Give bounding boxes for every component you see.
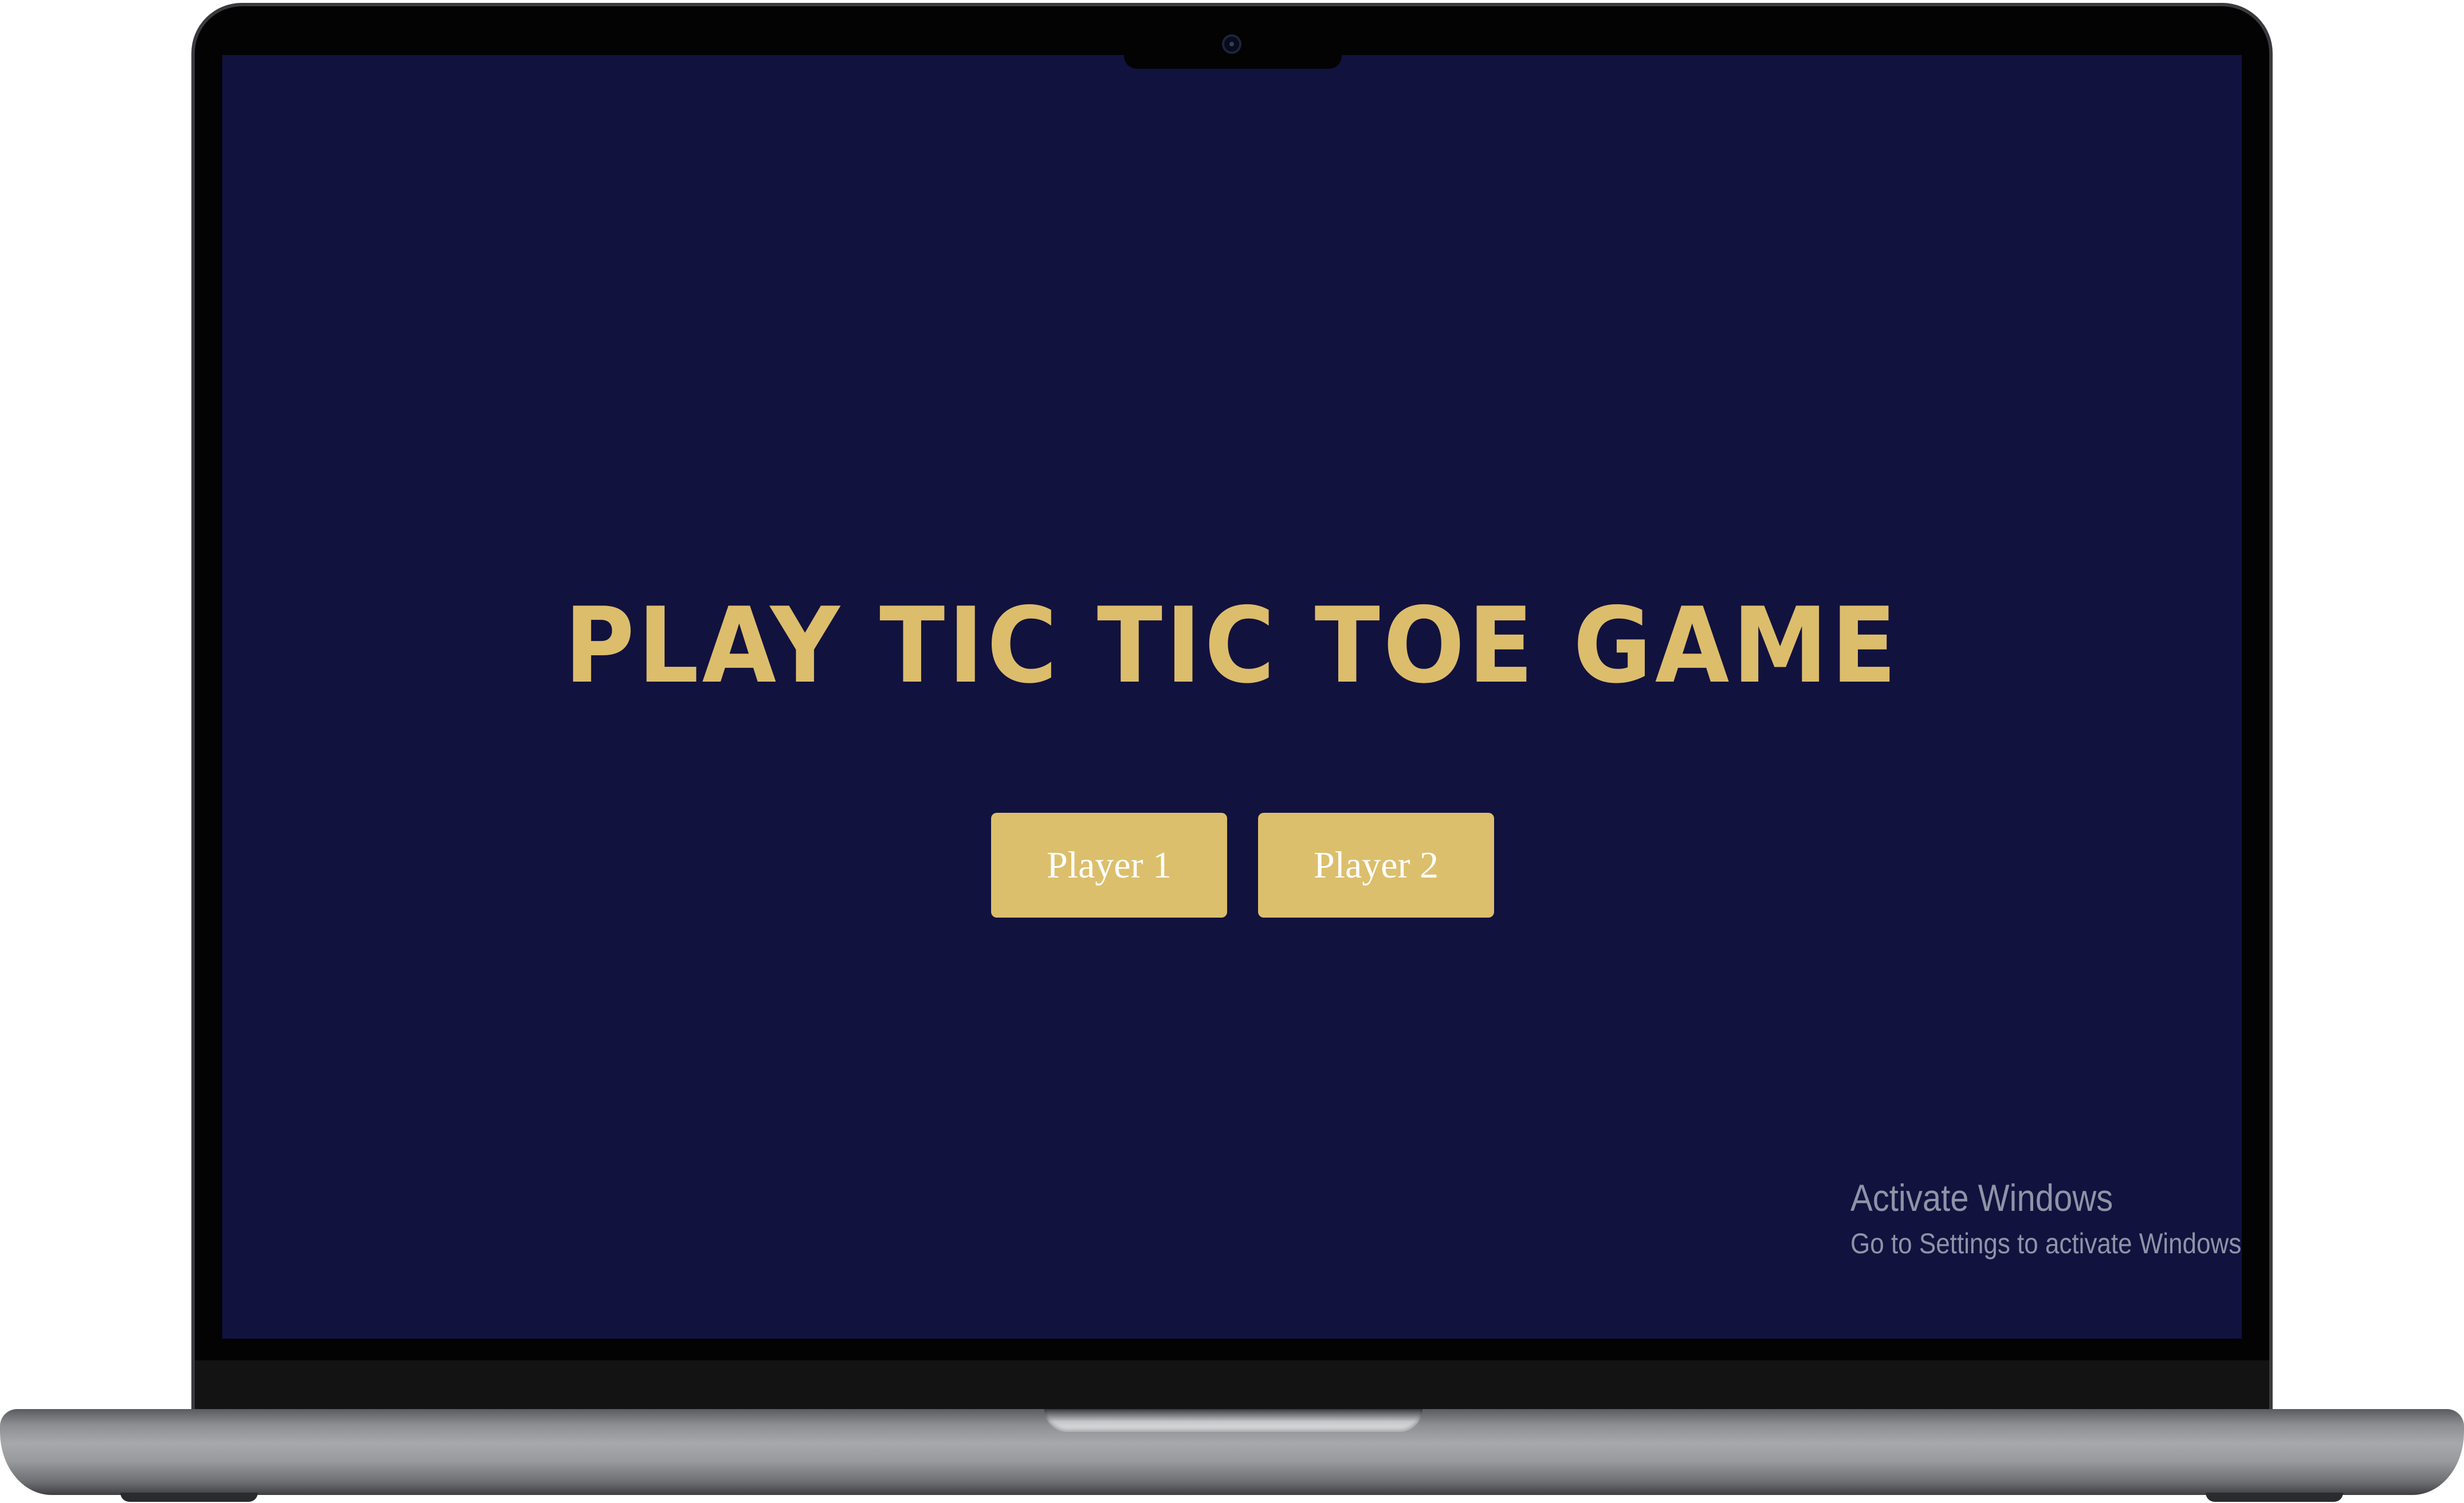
activate-windows-title: Activate Windows: [1850, 1177, 2113, 1219]
trackpad-notch: [1044, 1409, 1422, 1432]
laptop-foot-right: [2206, 1493, 2343, 1502]
player-2-button[interactable]: Player 2: [1258, 813, 1494, 918]
activate-windows-watermark: Activate Windows Go to Settings to activ…: [1850, 1179, 2242, 1258]
laptop-screen: PLAY TIC TIC TOE GAME Player 1 Player 2 …: [222, 55, 2242, 1339]
game-title: PLAY TIC TIC TOE GAME: [564, 585, 1900, 706]
camera-icon: [1222, 34, 1241, 54]
player-1-button[interactable]: Player 1: [991, 813, 1227, 918]
screen-chin: [195, 1360, 2269, 1413]
laptop-mockup: PLAY TIC TIC TOE GAME Player 1 Player 2 …: [0, 0, 2464, 1503]
activate-windows-subtitle: Go to Settings to activate Windows.: [1850, 1227, 2242, 1260]
laptop-foot-left: [120, 1493, 258, 1502]
